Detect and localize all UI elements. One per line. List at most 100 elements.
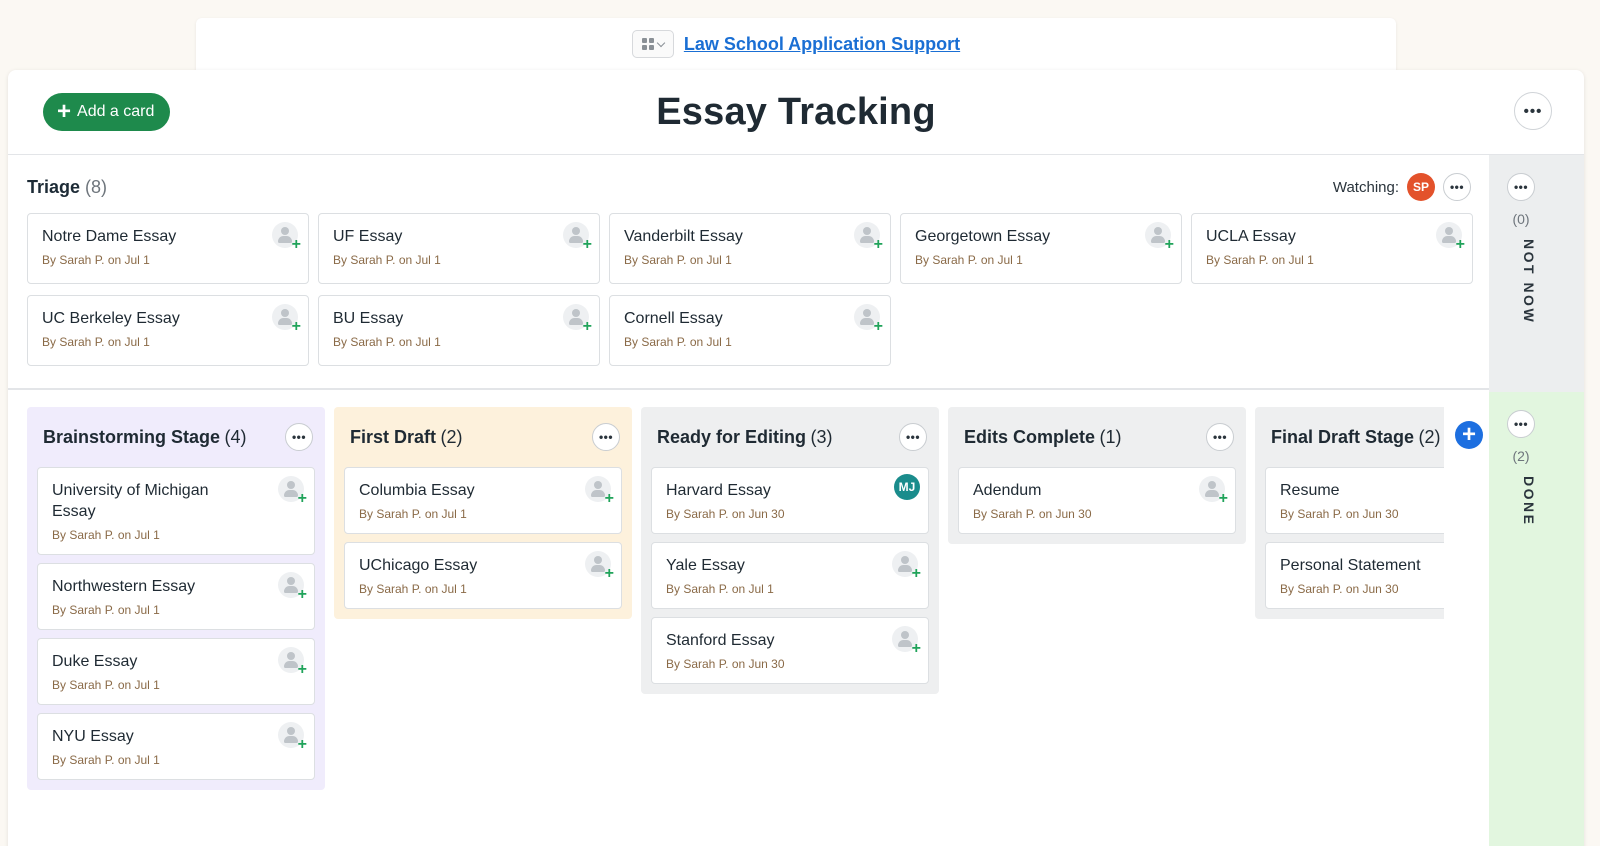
column-header: Final Draft Stage (2) — [1265, 415, 1444, 459]
card-meta: By Sarah P. on Jul 1 — [915, 253, 1023, 267]
assign-icon[interactable]: + — [278, 722, 307, 753]
column-title: Ready for Editing — [657, 426, 807, 447]
card[interactable]: Adendum By Sarah P. on Jun 30 + — [958, 467, 1236, 534]
assign-icon[interactable]: + — [854, 304, 883, 335]
avatar[interactable]: MJ — [894, 474, 920, 500]
column-options-button[interactable]: ••• — [285, 423, 313, 451]
card[interactable]: Resume By Sarah P. on Jun 30 — [1265, 467, 1444, 534]
card[interactable]: Georgetown Essay By Sarah P. on Jul 1 + — [900, 213, 1182, 284]
card-title: Yale Essay — [666, 557, 745, 574]
assign-icon[interactable]: + — [272, 222, 301, 253]
column-count: (2) — [1418, 426, 1441, 447]
grid-icon — [641, 38, 654, 50]
card-title: Notre Dame Essay — [42, 228, 177, 245]
card[interactable]: UF Essay By Sarah P. on Jul 1 + — [318, 213, 600, 284]
card-meta: By Sarah P. on Jul 1 — [52, 528, 160, 542]
card[interactable]: NYU Essay By Sarah P. on Jul 1 + — [37, 713, 315, 780]
card-title: BU Essay — [333, 310, 404, 327]
watching-label: Watching: — [1332, 178, 1399, 196]
card-meta: By Sarah P. on Jul 1 — [333, 253, 441, 267]
card[interactable]: BU Essay By Sarah P. on Jul 1 + — [318, 295, 600, 366]
assign-icon[interactable]: + — [1436, 222, 1465, 253]
card[interactable]: Personal Statement By Sarah P. on Jun 30 — [1265, 542, 1444, 609]
avatar[interactable]: SP — [1407, 173, 1435, 201]
column-header: Brainstorming Stage (4) ••• — [37, 415, 315, 459]
card-title: Columbia Essay — [359, 482, 475, 499]
column-count: (2) — [440, 426, 463, 447]
assign-icon[interactable]: + — [585, 551, 614, 582]
not-now-options-button[interactable]: ••• — [1507, 173, 1535, 201]
card[interactable]: Duke Essay By Sarah P. on Jul 1 + — [37, 638, 315, 705]
card[interactable]: Vanderbilt Essay By Sarah P. on Jul 1 + — [609, 213, 891, 284]
card-meta: By Sarah P. on Jul 1 — [666, 582, 774, 596]
assign-icon[interactable]: + — [892, 551, 921, 582]
assign-icon[interactable]: + — [854, 222, 883, 253]
column-header: Ready for Editing (3) ••• — [651, 415, 929, 459]
assign-icon[interactable]: + — [563, 304, 592, 335]
triage-options-button[interactable]: ••• — [1443, 173, 1471, 201]
board-options-button[interactable]: ••• — [1514, 92, 1552, 130]
card-title: UF Essay — [333, 228, 403, 245]
done-options-button[interactable]: ••• — [1507, 410, 1535, 438]
assign-icon[interactable]: + — [892, 626, 921, 657]
card[interactable]: Columbia Essay By Sarah P. on Jul 1 + — [344, 467, 622, 534]
card[interactable]: UCLA Essay By Sarah P. on Jul 1 + — [1191, 213, 1473, 284]
card-meta: By Sarah P. on Jul 1 — [624, 335, 732, 349]
view-switcher[interactable] — [631, 30, 674, 58]
columns-area: Brainstorming Stage (4) ••• University o… — [8, 392, 1444, 846]
assign-icon[interactable]: + — [1199, 476, 1228, 507]
not-now-count: (0) — [1512, 211, 1530, 227]
add-card-label: Add a card — [77, 103, 155, 120]
card-title: UChicago Essay — [359, 557, 478, 574]
done-count: (2) — [1512, 448, 1530, 464]
triage-title: Triage — [27, 177, 81, 197]
assign-icon[interactable]: + — [563, 222, 592, 253]
card[interactable]: UC Berkeley Essay By Sarah P. on Jul 1 + — [27, 295, 309, 366]
add-card-button[interactable]: + Add a card — [43, 93, 171, 131]
card-meta: By Sarah P. on Jun 30 — [973, 507, 1092, 521]
done-column[interactable]: ••• (2) DONE — [1489, 392, 1584, 846]
assign-icon[interactable]: + — [278, 476, 307, 507]
triage-heading: Triage (8) — [27, 177, 107, 198]
done-label: DONE — [1521, 476, 1537, 527]
card-meta: By Sarah P. on Jul 1 — [42, 335, 150, 349]
card[interactable]: Harvard Essay By Sarah P. on Jun 30 MJ — [651, 467, 929, 534]
card-meta: By Sarah P. on Jul 1 — [1206, 253, 1314, 267]
card[interactable]: Northwestern Essay By Sarah P. on Jul 1 … — [37, 563, 315, 630]
card-meta: By Sarah P. on Jun 30 — [666, 657, 785, 671]
card[interactable]: Notre Dame Essay By Sarah P. on Jul 1 + — [27, 213, 309, 284]
column-options-button[interactable]: ••• — [592, 423, 620, 451]
column-title: Edits Complete — [964, 426, 1096, 447]
column-options-button[interactable]: ••• — [899, 423, 927, 451]
assign-icon[interactable]: + — [1145, 222, 1174, 253]
assign-icon[interactable]: + — [585, 476, 614, 507]
card[interactable]: Stanford Essay By Sarah P. on Jun 30 + — [651, 617, 929, 684]
column-ready-for-editing: Ready for Editing (3) ••• Harvard Essay … — [641, 407, 939, 694]
card-meta: By Sarah P. on Jun 30 — [1280, 582, 1399, 596]
column-final-draft-stage: Final Draft Stage (2) Resume By Sarah P.… — [1255, 407, 1444, 619]
card-title: Northwestern Essay — [52, 578, 196, 595]
column-brainstorming: Brainstorming Stage (4) ••• University o… — [27, 407, 325, 790]
project-link[interactable]: Law School Application Support — [684, 34, 960, 55]
column-header: First Draft (2) ••• — [344, 415, 622, 459]
card-title: Georgetown Essay — [915, 228, 1051, 245]
card-meta: By Sarah P. on Jul 1 — [52, 753, 160, 767]
chevron-down-icon — [656, 38, 666, 47]
column-count: (4) — [224, 426, 247, 447]
assign-icon[interactable]: + — [278, 647, 307, 678]
card-meta: By Sarah P. on Jul 1 — [624, 253, 732, 267]
card-meta: By Sarah P. on Jul 1 — [359, 582, 467, 596]
card-title: Stanford Essay — [666, 632, 775, 649]
card[interactable]: Cornell Essay By Sarah P. on Jul 1 + — [609, 295, 891, 366]
card-title: Adendum — [973, 482, 1042, 499]
card[interactable]: Yale Essay By Sarah P. on Jul 1 + — [651, 542, 929, 609]
card[interactable]: University of Michigan Essay By Sarah P.… — [37, 467, 315, 555]
card[interactable]: UChicago Essay By Sarah P. on Jul 1 + — [344, 542, 622, 609]
not-now-column[interactable]: ••• (0) NOT NOW — [1489, 155, 1584, 392]
assign-icon[interactable]: + — [272, 304, 301, 335]
column-options-button[interactable]: ••• — [1206, 423, 1234, 451]
column-header: Edits Complete (1) ••• — [958, 415, 1236, 459]
card-title: NYU Essay — [52, 728, 134, 745]
assign-icon[interactable]: + — [278, 572, 307, 603]
add-column-button[interactable]: + — [1455, 421, 1483, 449]
